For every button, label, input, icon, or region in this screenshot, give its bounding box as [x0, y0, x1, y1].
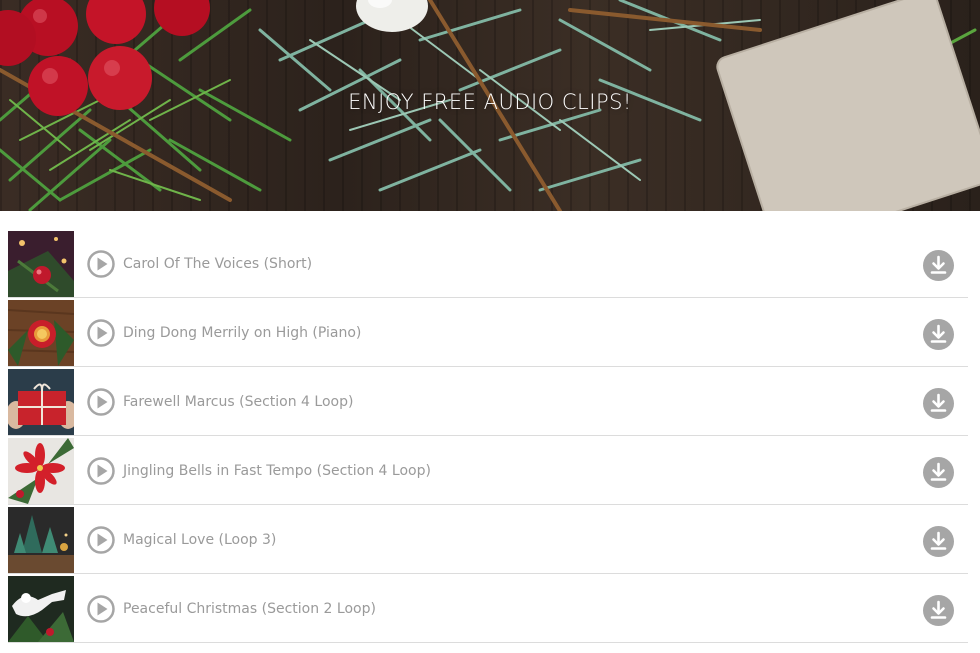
track-thumbnail-angel-trumpet — [8, 575, 74, 642]
download-icon[interactable] — [923, 318, 954, 350]
play-icon[interactable] — [86, 387, 116, 417]
track-row: Farewell Marcus (Section 4 Loop) — [8, 368, 968, 436]
track-row: Ding Dong Merrily on High (Piano) — [8, 299, 968, 367]
download-icon[interactable] — [923, 594, 954, 626]
track-thumbnail-red-mug — [8, 299, 74, 366]
download-icon[interactable] — [923, 249, 954, 281]
download-icon[interactable] — [923, 387, 954, 419]
track-thumbnail-gift-box — [8, 368, 74, 435]
track-title: Jingling Bells in Fast Tempo (Section 4 … — [123, 462, 431, 479]
play-icon[interactable] — [86, 525, 116, 555]
hero-banner: ENJOY FREE AUDIO CLIPS! — [0, 0, 980, 211]
banner-title: ENJOY FREE AUDIO CLIPS! — [348, 90, 632, 114]
track-thumbnail-small-trees — [8, 506, 74, 573]
track-title: Farewell Marcus (Section 4 Loop) — [123, 393, 354, 410]
download-icon[interactable] — [923, 525, 954, 557]
track-thumbnail-christmas-tree-ornament — [8, 230, 74, 297]
track-thumbnail-poinsettia — [8, 437, 74, 504]
play-icon[interactable] — [86, 456, 116, 486]
audio-track-list: Carol Of The Voices (Short) Ding Dong Me… — [8, 230, 968, 643]
track-title: Ding Dong Merrily on High (Piano) — [123, 324, 362, 341]
play-icon[interactable] — [86, 249, 116, 279]
track-title: Peaceful Christmas (Section 2 Loop) — [123, 600, 376, 617]
play-icon[interactable] — [86, 318, 116, 348]
download-icon[interactable] — [923, 456, 954, 488]
track-row: Jingling Bells in Fast Tempo (Section 4 … — [8, 437, 968, 505]
track-row: Peaceful Christmas (Section 2 Loop) — [8, 575, 968, 643]
play-icon[interactable] — [86, 594, 116, 624]
track-title: Carol Of The Voices (Short) — [123, 255, 313, 272]
track-title: Magical Love (Loop 3) — [123, 531, 277, 548]
track-row: Magical Love (Loop 3) — [8, 506, 968, 574]
track-row: Carol Of The Voices (Short) — [8, 230, 968, 298]
